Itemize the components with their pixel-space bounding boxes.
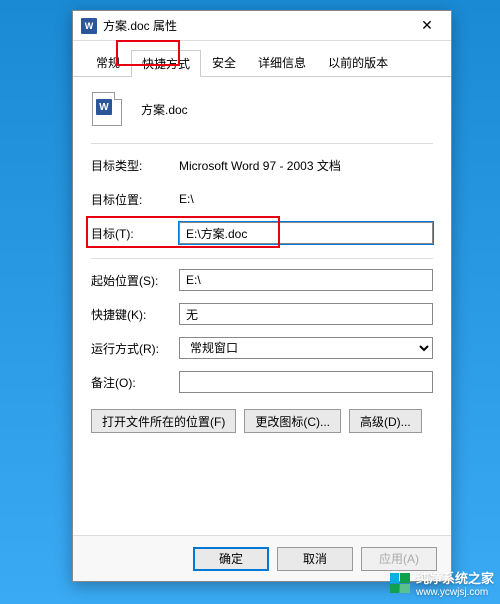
tab-previous-versions[interactable]: 以前的版本 (317, 49, 399, 76)
apply-button[interactable]: 应用(A) (361, 547, 437, 571)
label-target: 目标(T): (91, 225, 179, 242)
label-comment: 备注(O): (91, 374, 179, 391)
action-button-row: 打开文件所在的位置(F) 更改图标(C)... 高级(D)... (91, 409, 433, 433)
value-target-type: Microsoft Word 97 - 2003 文档 (179, 157, 341, 174)
value-target-location: E:\ (179, 192, 194, 206)
change-icon-button[interactable]: 更改图标(C)... (244, 409, 341, 433)
watermark: 纯净系统之家 www.ycwjsj.com (390, 568, 494, 598)
window-title: 方案.doc 属性 (103, 17, 407, 34)
shortcut-key-input[interactable] (179, 303, 433, 325)
properties-dialog: W 方案.doc 属性 ✕ 常规 快捷方式 安全 详细信息 以前的版本 W 目标… (72, 10, 452, 582)
row-start-in: 起始位置(S): (91, 269, 433, 291)
label-shortcut-key: 快捷键(K): (91, 306, 179, 323)
open-file-location-button[interactable]: 打开文件所在的位置(F) (91, 409, 236, 433)
row-run-mode: 运行方式(R): 常规窗口 (91, 337, 433, 359)
cancel-button[interactable]: 取消 (277, 547, 353, 571)
tab-security[interactable]: 安全 (201, 49, 247, 76)
row-target-type: 目标类型: Microsoft Word 97 - 2003 文档 (91, 154, 433, 176)
row-comment: 备注(O): (91, 371, 433, 393)
file-header: W (91, 91, 433, 127)
row-target: 目标(T): (91, 222, 433, 244)
tab-strip: 常规 快捷方式 安全 详细信息 以前的版本 (73, 41, 451, 77)
label-target-location: 目标位置: (91, 191, 179, 208)
ok-button[interactable]: 确定 (193, 547, 269, 571)
dialog-content: W 目标类型: Microsoft Word 97 - 2003 文档 目标位置… (73, 77, 451, 535)
row-shortcut-key: 快捷键(K): (91, 303, 433, 325)
close-button[interactable]: ✕ (407, 12, 447, 40)
watermark-logo-icon (390, 573, 410, 593)
separator (91, 143, 433, 144)
watermark-text-block: 纯净系统之家 www.ycwjsj.com (416, 568, 494, 598)
start-in-input[interactable] (179, 269, 433, 291)
tab-shortcut[interactable]: 快捷方式 (131, 50, 201, 77)
comment-input[interactable] (179, 371, 433, 393)
titlebar: W 方案.doc 属性 ✕ (73, 11, 451, 41)
tab-details[interactable]: 详细信息 (247, 49, 317, 76)
separator (91, 258, 433, 259)
label-start-in: 起始位置(S): (91, 272, 179, 289)
watermark-text: 纯净系统之家 (416, 568, 494, 587)
label-run-mode: 运行方式(R): (91, 340, 179, 357)
doc-small-icon: W (81, 18, 97, 34)
label-target-type: 目标类型: (91, 157, 179, 174)
watermark-url: www.ycwjsj.com (416, 587, 494, 598)
word-doc-icon: W (91, 91, 123, 127)
row-target-location: 目标位置: E:\ (91, 188, 433, 210)
file-name-field[interactable] (141, 100, 433, 118)
target-input[interactable] (179, 222, 433, 244)
run-mode-select[interactable]: 常规窗口 (179, 337, 433, 359)
advanced-button[interactable]: 高级(D)... (349, 409, 422, 433)
tab-general[interactable]: 常规 (85, 49, 131, 76)
